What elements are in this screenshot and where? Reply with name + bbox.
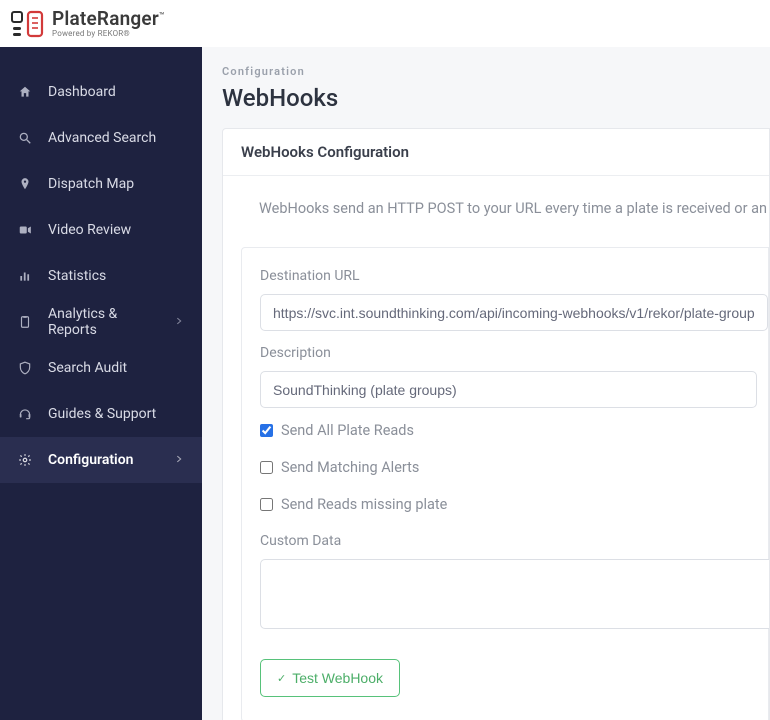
- send-missing-row[interactable]: Send Reads missing plate: [260, 496, 768, 513]
- sidebar-item-advanced-search[interactable]: Advanced Search: [0, 115, 202, 161]
- sidebar-item-label: Statistics: [48, 268, 106, 284]
- gear-icon: [18, 453, 32, 467]
- send-alerts-checkbox[interactable]: [260, 461, 273, 474]
- sidebar-item-dashboard[interactable]: Dashboard: [0, 69, 202, 115]
- send-missing-label: Send Reads missing plate: [281, 496, 447, 513]
- video-icon: [18, 223, 32, 237]
- test-webhook-label: Test WebHook: [292, 670, 383, 686]
- sidebar-item-label: Dashboard: [48, 84, 116, 100]
- sidebar-item-analytics-reports[interactable]: Analytics & Reports: [0, 299, 202, 345]
- send-alerts-label: Send Matching Alerts: [281, 459, 419, 476]
- sidebar-item-label: Dispatch Map: [48, 176, 134, 192]
- sidebar-item-label: Analytics & Reports: [48, 306, 158, 338]
- sidebar-item-configuration[interactable]: Configuration: [0, 437, 202, 483]
- sidebar-item-label: Guides & Support: [48, 406, 156, 422]
- bar-chart-icon: [18, 269, 32, 283]
- brand-name: PlateRanger: [52, 7, 159, 30]
- test-webhook-button[interactable]: ✓ Test WebHook: [260, 659, 400, 697]
- brand-logo[interactable]: PlateRanger™ Powered by REKOR®: [10, 8, 165, 40]
- custom-data-textarea[interactable]: [260, 559, 770, 629]
- clipboard-icon: [18, 315, 32, 329]
- sidebar-item-dispatch-map[interactable]: Dispatch Map: [0, 161, 202, 207]
- topbar: PlateRanger™ Powered by REKOR®: [0, 0, 770, 47]
- send-all-checkbox[interactable]: [260, 424, 273, 437]
- webhooks-card: WebHooks Configuration WebHooks send an …: [222, 128, 770, 720]
- brand-tm: ™: [159, 12, 165, 22]
- breadcrumb: Configuration: [222, 65, 770, 78]
- page-title: WebHooks: [222, 84, 770, 112]
- sidebar-item-video-review[interactable]: Video Review: [0, 207, 202, 253]
- helper-text: WebHooks send an HTTP POST to your URL e…: [223, 176, 769, 247]
- chevron-right-icon: [174, 452, 184, 468]
- plateranger-logo-icon: [10, 8, 46, 40]
- brand-subtitle: Powered by REKOR®: [52, 30, 165, 38]
- sidebar-item-label: Search Audit: [48, 360, 127, 376]
- headset-icon: [18, 407, 32, 421]
- sidebar-item-label: Configuration: [48, 452, 133, 468]
- webhook-form: Destination URL Description Send All Pla…: [241, 247, 769, 720]
- sidebar-item-statistics[interactable]: Statistics: [0, 253, 202, 299]
- check-icon: ✓: [277, 672, 286, 685]
- custom-data-label: Custom Data: [260, 533, 768, 549]
- sidebar-item-search-audit[interactable]: Search Audit: [0, 345, 202, 391]
- send-all-label: Send All Plate Reads: [281, 422, 414, 439]
- send-missing-checkbox[interactable]: [260, 498, 273, 511]
- send-all-row[interactable]: Send All Plate Reads: [260, 422, 768, 439]
- sidebar-item-label: Advanced Search: [48, 130, 156, 146]
- sidebar: Dashboard Advanced Search Dispatch Map V…: [0, 47, 202, 720]
- search-icon: [18, 131, 32, 145]
- main-content: Configuration WebHooks WebHooks Configur…: [202, 47, 770, 720]
- shield-icon: [18, 361, 32, 375]
- chevron-right-icon: [174, 314, 184, 330]
- pin-icon: [18, 177, 32, 191]
- card-header: WebHooks Configuration: [223, 129, 769, 176]
- description-input[interactable]: [260, 371, 757, 408]
- description-label: Description: [260, 345, 768, 361]
- destination-url-input[interactable]: [260, 294, 768, 331]
- send-alerts-row[interactable]: Send Matching Alerts: [260, 459, 768, 476]
- sidebar-item-guides-support[interactable]: Guides & Support: [0, 391, 202, 437]
- home-icon: [18, 85, 32, 99]
- url-label: Destination URL: [260, 268, 768, 284]
- sidebar-item-label: Video Review: [48, 222, 131, 238]
